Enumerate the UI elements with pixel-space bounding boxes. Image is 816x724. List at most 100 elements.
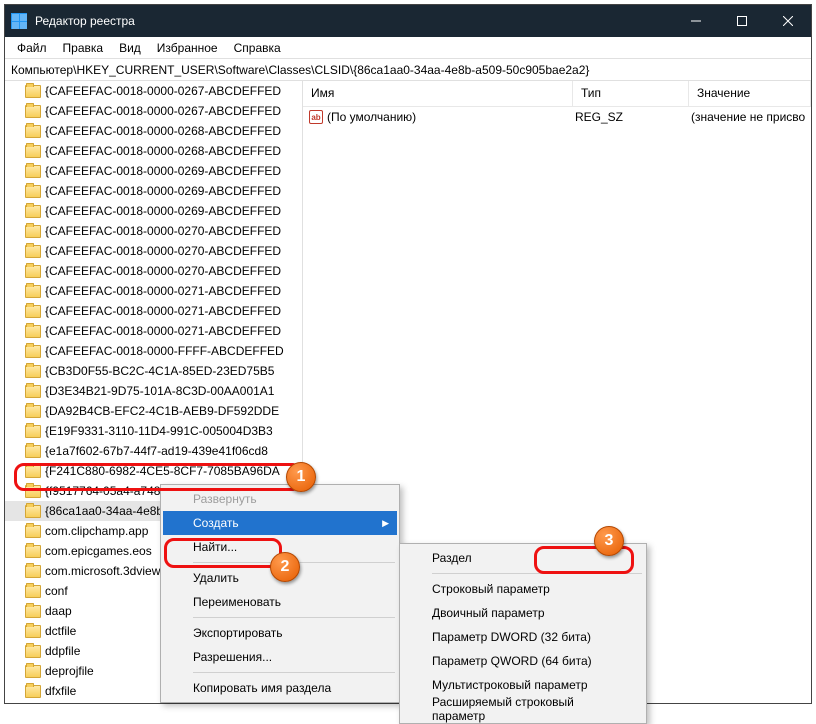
value-type: REG_SZ <box>575 110 691 124</box>
app-icon <box>11 13 27 29</box>
tree-item[interactable]: {CAFEEFAC-0018-0000-0269-ABCDEFFED <box>5 161 302 181</box>
folder-icon <box>25 325 41 338</box>
tree-item[interactable]: {CAFEEFAC-0018-0000-0268-ABCDEFFED <box>5 121 302 141</box>
folder-icon <box>25 105 41 118</box>
folder-icon <box>25 665 41 678</box>
tree-item[interactable]: {CAFEEFAC-0018-0000-0270-ABCDEFFED <box>5 261 302 281</box>
tree-label: {CAFEEFAC-0018-0000-0270-ABCDEFFED <box>45 224 281 238</box>
menu-file[interactable]: Файл <box>9 39 55 57</box>
col-value[interactable]: Значение <box>689 81 811 106</box>
window-title: Редактор реестра <box>35 14 673 28</box>
folder-icon <box>25 185 41 198</box>
tree-label: {CAFEEFAC-0018-0000-0271-ABCDEFFED <box>45 304 281 318</box>
ctx-new-dword[interactable]: Параметр DWORD (32 бита) <box>402 625 644 649</box>
ctx-permissions[interactable]: Разрешения... <box>163 645 397 669</box>
tree-item[interactable]: {E19F9331-3110-11D4-991C-005004D3B3 <box>5 421 302 441</box>
tree-item[interactable]: {CAFEEFAC-0018-0000-0270-ABCDEFFED <box>5 241 302 261</box>
folder-icon <box>25 245 41 258</box>
tree-label: ddpfile <box>45 644 80 658</box>
menubar: Файл Правка Вид Избранное Справка <box>5 37 811 59</box>
tree-item[interactable]: {CAFEEFAC-0018-0000-0267-ABCDEFFED <box>5 101 302 121</box>
tree-label: {e1a7f602-67b7-44f7-ad19-439e41f06cd8 <box>45 444 268 458</box>
separator <box>193 672 395 673</box>
tree-label: dfxfile <box>45 684 76 698</box>
ctx-new-binary[interactable]: Двоичный параметр <box>402 601 644 625</box>
ctx-new-multi[interactable]: Мультистроковый параметр <box>402 673 644 697</box>
folder-icon <box>25 365 41 378</box>
titlebar: Редактор реестра <box>5 5 811 37</box>
tree-label: dctfile <box>45 624 76 638</box>
col-type[interactable]: Тип <box>573 81 689 106</box>
folder-icon <box>25 425 41 438</box>
annotation-ring-1 <box>14 463 302 491</box>
tree-item[interactable]: {CAFEEFAC-0018-0000-0271-ABCDEFFED <box>5 301 302 321</box>
folder-icon <box>25 345 41 358</box>
tree-item[interactable]: {D3E34B21-9D75-101A-8C3D-00AA001A1 <box>5 381 302 401</box>
minimize-button[interactable] <box>673 5 719 37</box>
tree-item[interactable]: {CAFEEFAC-0018-0000-FFFF-ABCDEFFED <box>5 341 302 361</box>
tree-item[interactable]: {CAFEEFAC-0018-0000-0271-ABCDEFFED <box>5 281 302 301</box>
tree-label: {CAFEEFAC-0018-0000-0267-ABCDEFFED <box>45 104 281 118</box>
close-button[interactable] <box>765 5 811 37</box>
folder-icon <box>25 285 41 298</box>
separator <box>193 617 395 618</box>
tree-item[interactable]: {CAFEEFAC-0018-0000-0269-ABCDEFFED <box>5 201 302 221</box>
tree-label: {E19F9331-3110-11D4-991C-005004D3B3 <box>45 424 273 438</box>
callout-3: 3 <box>594 526 624 556</box>
menu-view[interactable]: Вид <box>111 39 149 57</box>
tree-label: daap <box>45 604 72 618</box>
folder-icon <box>25 585 41 598</box>
folder-icon <box>25 385 41 398</box>
ctx-export[interactable]: Экспортировать <box>163 621 397 645</box>
list-header: Имя Тип Значение <box>303 81 811 107</box>
address-text: Компьютер\HKEY_CURRENT_USER\Software\Cla… <box>11 63 589 77</box>
tree-item[interactable]: {CAFEEFAC-0018-0000-0268-ABCDEFFED <box>5 141 302 161</box>
menu-edit[interactable]: Правка <box>55 39 112 57</box>
folder-icon <box>25 145 41 158</box>
folder-icon <box>25 225 41 238</box>
ctx-rename[interactable]: Переименовать <box>163 590 397 614</box>
address-bar[interactable]: Компьютер\HKEY_CURRENT_USER\Software\Cla… <box>5 59 811 81</box>
tree-item[interactable]: {CAFEEFAC-0018-0000-0271-ABCDEFFED <box>5 321 302 341</box>
tree-item[interactable]: {DA92B4CB-EFC2-4C1B-AEB9-DF592DDE <box>5 401 302 421</box>
maximize-button[interactable] <box>719 5 765 37</box>
folder-icon <box>25 125 41 138</box>
tree-item[interactable]: {CB3D0F55-BC2C-4C1A-85ED-23ED75B5 <box>5 361 302 381</box>
value-row[interactable]: ab (По умолчанию) REG_SZ (значение не пр… <box>303 107 811 127</box>
tree-item[interactable]: {CAFEEFAC-0018-0000-0270-ABCDEFFED <box>5 221 302 241</box>
col-name[interactable]: Имя <box>303 81 573 106</box>
ctx-create[interactable]: Создать▶ <box>163 511 397 535</box>
folder-icon <box>25 565 41 578</box>
tree-item[interactable]: {e1a7f602-67b7-44f7-ad19-439e41f06cd8 <box>5 441 302 461</box>
tree-label: {CAFEEFAC-0018-0000-0270-ABCDEFFED <box>45 244 281 258</box>
ctx-new-qword[interactable]: Параметр QWORD (64 бита) <box>402 649 644 673</box>
tree-label: {CAFEEFAC-0018-0000-0271-ABCDEFFED <box>45 284 281 298</box>
tree-label: {CAFEEFAC-0018-0000-0267-ABCDEFFED <box>45 84 281 98</box>
menu-favorites[interactable]: Избранное <box>149 39 226 57</box>
folder-icon <box>25 305 41 318</box>
menu-help[interactable]: Справка <box>226 39 289 57</box>
tree-label: {CAFEEFAC-0018-0000-0269-ABCDEFFED <box>45 204 281 218</box>
folder-icon <box>25 445 41 458</box>
tree-label: {CAFEEFAC-0018-0000-0271-ABCDEFFED <box>45 324 281 338</box>
ctx-new-expand[interactable]: Расширяемый строковый параметр <box>402 697 644 721</box>
value-data: (значение не присво <box>691 110 811 124</box>
tree-label: {CAFEEFAC-0018-0000-0270-ABCDEFFED <box>45 264 281 278</box>
string-value-icon: ab <box>309 110 323 124</box>
callout-1: 1 <box>286 462 316 492</box>
ctx-new-string[interactable]: Строковый параметр <box>402 577 644 601</box>
tree-label: {CAFEEFAC-0018-0000-0269-ABCDEFFED <box>45 184 281 198</box>
tree-label: {CAFEEFAC-0018-0000-0268-ABCDEFFED <box>45 124 281 138</box>
tree-item[interactable]: {CAFEEFAC-0018-0000-0267-ABCDEFFED <box>5 81 302 101</box>
tree-label: deprojfile <box>45 664 94 678</box>
tree-label: com.epicgames.eos <box>45 544 152 558</box>
tree-item[interactable]: {CAFEEFAC-0018-0000-0269-ABCDEFFED <box>5 181 302 201</box>
tree-label: com.microsoft.3dview <box>45 564 160 578</box>
ctx-copy-name[interactable]: Копировать имя раздела <box>163 676 397 700</box>
tree-label: {DA92B4CB-EFC2-4C1B-AEB9-DF592DDE <box>45 404 279 418</box>
folder-icon <box>25 405 41 418</box>
tree-label: {CAFEEFAC-0018-0000-0268-ABCDEFFED <box>45 144 281 158</box>
tree-label: {CAFEEFAC-0018-0000-0269-ABCDEFFED <box>45 164 281 178</box>
folder-icon <box>25 85 41 98</box>
folder-icon <box>25 625 41 638</box>
